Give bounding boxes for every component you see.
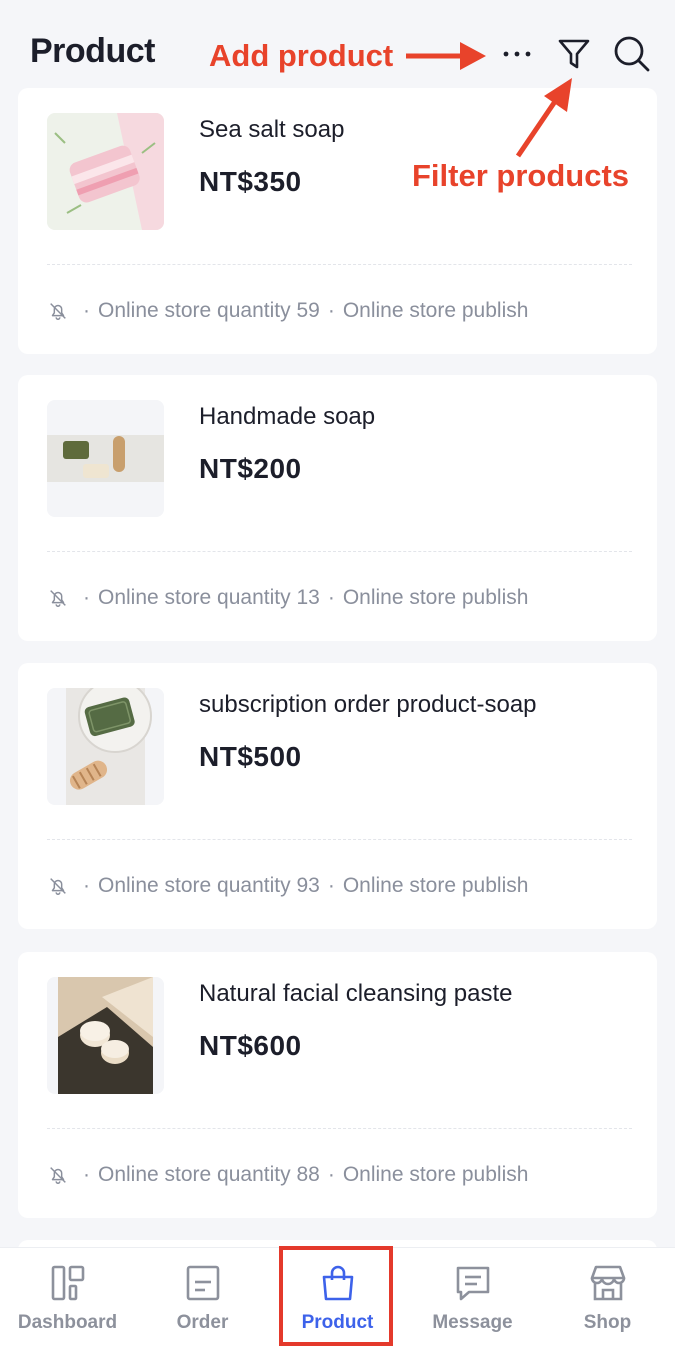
bell-off-icon bbox=[50, 590, 66, 607]
product-price: NT$350 bbox=[199, 166, 302, 197]
magnifier-search-icon bbox=[614, 36, 650, 72]
message-icon bbox=[456, 1266, 489, 1301]
page-title: Product bbox=[30, 32, 155, 70]
product-card[interactable]: Handmade soap NT$200 · Online store quan… bbox=[18, 375, 657, 641]
divider bbox=[47, 839, 632, 840]
nav-label: Dashboard bbox=[17, 1312, 118, 1333]
separator: · bbox=[83, 874, 90, 897]
separator: · bbox=[83, 299, 90, 322]
order-icon bbox=[186, 1265, 219, 1301]
divider bbox=[47, 1128, 632, 1129]
bell-off-icon bbox=[50, 878, 66, 895]
separator: · bbox=[327, 299, 335, 322]
dashboard-icon bbox=[51, 1265, 84, 1301]
bell-off-icon bbox=[50, 1167, 66, 1184]
product-price: NT$500 bbox=[199, 741, 302, 772]
publish-status: Online store publish bbox=[342, 299, 529, 322]
nav-message[interactable]: Message bbox=[405, 1248, 540, 1348]
product-thumbnail bbox=[47, 977, 164, 1094]
nav-order[interactable]: Order bbox=[135, 1248, 270, 1348]
cleansing-paste-image bbox=[47, 977, 164, 1094]
online-quantity: Online store quantity 59 bbox=[98, 299, 320, 322]
pink-soap-image bbox=[47, 113, 164, 230]
handmade-soap-image bbox=[47, 400, 164, 517]
product-name: Natural facial cleansing paste bbox=[199, 980, 513, 1007]
nav-dashboard[interactable]: Dashboard bbox=[0, 1248, 135, 1348]
search-button[interactable] bbox=[608, 30, 656, 78]
separator: · bbox=[327, 874, 335, 897]
product-price: NT$600 bbox=[199, 1030, 302, 1061]
add-product-arrow bbox=[406, 42, 486, 70]
product-meta: · Online store quantity 93 · Online stor… bbox=[47, 873, 528, 899]
publish-status: Online store publish bbox=[342, 874, 529, 897]
product-tab-highlight bbox=[279, 1246, 393, 1346]
product-meta: · Online store quantity 88 · Online stor… bbox=[47, 1162, 528, 1188]
product-card[interactable]: subscription order product-soap NT$500 ·… bbox=[18, 663, 657, 929]
product-thumbnail bbox=[47, 400, 164, 517]
product-thumbnail bbox=[47, 113, 164, 230]
product-name: Handmade soap bbox=[199, 403, 376, 430]
product-card[interactable]: Natural facial cleansing paste NT$600 · … bbox=[18, 952, 657, 1218]
nav-label: Order bbox=[176, 1312, 229, 1333]
filter-button[interactable] bbox=[550, 30, 598, 78]
nav-label: Message bbox=[432, 1312, 513, 1333]
product-thumbnail bbox=[47, 688, 164, 805]
add-product-annotation: Add product bbox=[209, 38, 394, 73]
subscription-soap-image bbox=[47, 688, 164, 805]
funnel-filter-icon bbox=[558, 39, 590, 69]
product-price: NT$200 bbox=[199, 453, 302, 484]
filter-products-annotation: Filter products bbox=[412, 158, 630, 193]
product-meta: · Online store quantity 59 · Online stor… bbox=[47, 298, 528, 324]
publish-status: Online store publish bbox=[342, 1163, 529, 1186]
separator: · bbox=[83, 1163, 90, 1186]
separator: · bbox=[327, 1163, 335, 1186]
more-horizontal-icon bbox=[503, 51, 531, 57]
shop-icon bbox=[590, 1265, 625, 1301]
product-meta: · Online store quantity 13 · Online stor… bbox=[47, 585, 528, 611]
product-name: subscription order product-soap bbox=[199, 691, 537, 718]
separator: · bbox=[327, 586, 335, 609]
publish-status: Online store publish bbox=[342, 586, 529, 609]
product-name: Sea salt soap bbox=[199, 116, 345, 143]
divider bbox=[47, 551, 632, 552]
online-quantity: Online store quantity 93 bbox=[98, 874, 320, 897]
online-quantity: Online store quantity 13 bbox=[98, 586, 320, 609]
filter-products-arrow bbox=[515, 78, 572, 158]
bell-off-icon bbox=[50, 303, 66, 320]
more-options-button[interactable] bbox=[493, 30, 541, 78]
divider bbox=[47, 264, 632, 265]
app: Product Sea salt soap NT$350 · Online st… bbox=[0, 0, 675, 1361]
online-quantity: Online store quantity 88 bbox=[98, 1163, 320, 1186]
nav-shop[interactable]: Shop bbox=[540, 1248, 675, 1348]
separator: · bbox=[83, 586, 90, 609]
nav-label: Shop bbox=[583, 1312, 632, 1333]
